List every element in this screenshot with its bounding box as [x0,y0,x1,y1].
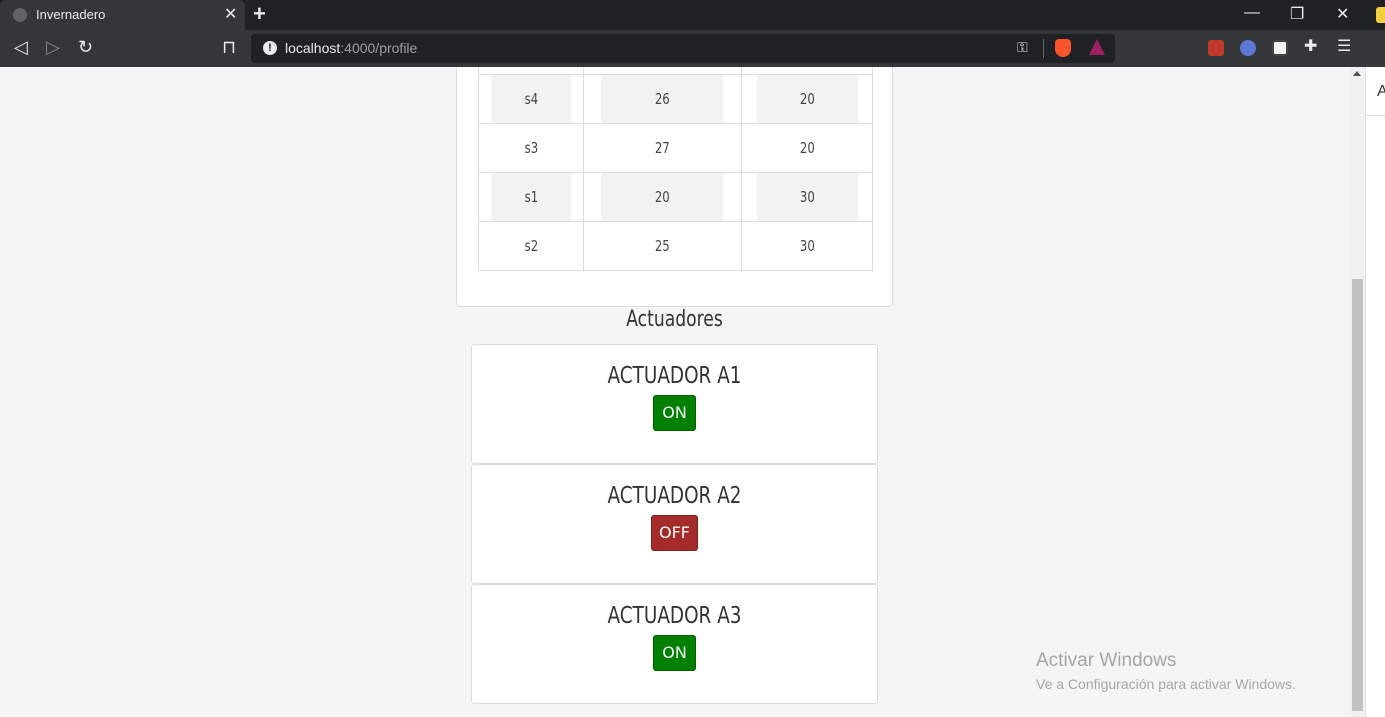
table-row: s1 20 30 [479,172,873,222]
sensor-value: 20 [600,172,725,222]
brave-shield-icon[interactable] [1055,39,1071,57]
url-text[interactable]: localhost:4000/profile [285,40,417,56]
page-content: s4 26 20 s3 27 20 s1 20 30 s2 25 30 Actu… [0,67,1350,717]
extension-icon[interactable] [1240,40,1256,56]
url-host: localhost [285,40,341,56]
reload-icon[interactable]: ↻ [78,37,93,57]
sensor-value: 20 [755,74,859,124]
table-row: s2 25 30 [479,221,873,271]
side-panel: A [1365,67,1385,717]
new-tab-icon[interactable]: + [253,1,266,27]
menu-icon[interactable]: ☰ [1337,37,1351,57]
scroll-thumb[interactable] [1352,279,1363,711]
side-panel-label: A [1377,83,1385,100]
sensor-id: s4 [489,74,573,124]
sensor-id: s1 [489,172,573,222]
active-tab[interactable]: Invernadero ✕ [0,0,245,30]
close-tab-icon[interactable]: ✕ [224,4,237,24]
close-window-icon[interactable]: ✕ [1336,4,1349,24]
forward-icon[interactable]: ▷ [46,37,60,57]
address-bar[interactable]: ! localhost:4000/profile ⚿ [251,34,1115,63]
puzzle-icon[interactable]: ✚ [1304,37,1317,57]
actuator-a1-toggle-button[interactable]: ON [653,395,696,431]
actuators-heading: Actuadores [626,307,723,332]
sensor-value: 30 [755,172,859,222]
url-path: :4000/profile [340,40,418,56]
sensor-value: 27 [600,123,725,173]
actuator-card-a3: ACTUADOR A3 ON [471,584,878,704]
actuator-name: ACTUADOR A1 [607,363,742,389]
table-row [479,67,873,75]
sensor-id: s3 [489,123,573,173]
actuator-card-a2: ACTUADOR A2 OFF [471,464,878,584]
bookmark-icon[interactable]: ⊓ [222,37,236,57]
rewards-icon[interactable] [1089,39,1105,55]
notion-icon[interactable] [1272,40,1288,56]
sensor-panel: s4 26 20 s3 27 20 s1 20 30 s2 25 30 [456,67,893,307]
table-row: s3 27 20 [479,123,873,173]
key-icon[interactable]: ⚿ [1017,39,1028,56]
actuator-a2-toggle-button[interactable]: OFF [651,515,698,551]
scroll-up-arrow-icon[interactable] [1353,71,1361,76]
tab-bar: Invernadero ✕ + — ❐ ✕ [0,0,1385,30]
windows-watermark-title: Activar Windows [1036,650,1177,671]
sensor-value: 25 [600,221,725,271]
extension-icon[interactable] [1376,7,1385,23]
back-icon[interactable]: ◁ [14,37,28,57]
actuator-a3-toggle-button[interactable]: ON [653,635,696,671]
actuator-name: ACTUADOR A2 [607,483,742,509]
sensor-value: 20 [755,123,859,173]
tab-title: Invernadero [36,7,106,22]
actuator-card-a1: ACTUADOR A1 ON [471,344,878,464]
restore-icon[interactable]: ❐ [1290,4,1304,24]
sensor-id: s2 [489,221,573,271]
sensor-table: s4 26 20 s3 27 20 s1 20 30 s2 25 30 [478,67,873,271]
vertical-scrollbar[interactable] [1350,67,1365,717]
windows-watermark-subtitle: Ve a Configuración para activar Windows. [1036,676,1296,692]
divider [1366,115,1385,116]
lastpass-icon[interactable] [1208,40,1224,56]
divider [1043,39,1044,58]
globe-icon [13,8,27,22]
table-row: s4 26 20 [479,74,873,124]
sensor-value: 26 [600,74,725,124]
sensor-value: 30 [755,221,859,271]
actuator-name: ACTUADOR A3 [607,603,742,629]
browser-toolbar: ◁ ▷ ↻ ⊓ ! localhost:4000/profile ⚿ ✚ ☰ [0,30,1385,67]
info-icon[interactable]: ! [263,41,277,55]
minimize-icon[interactable]: — [1244,4,1260,22]
